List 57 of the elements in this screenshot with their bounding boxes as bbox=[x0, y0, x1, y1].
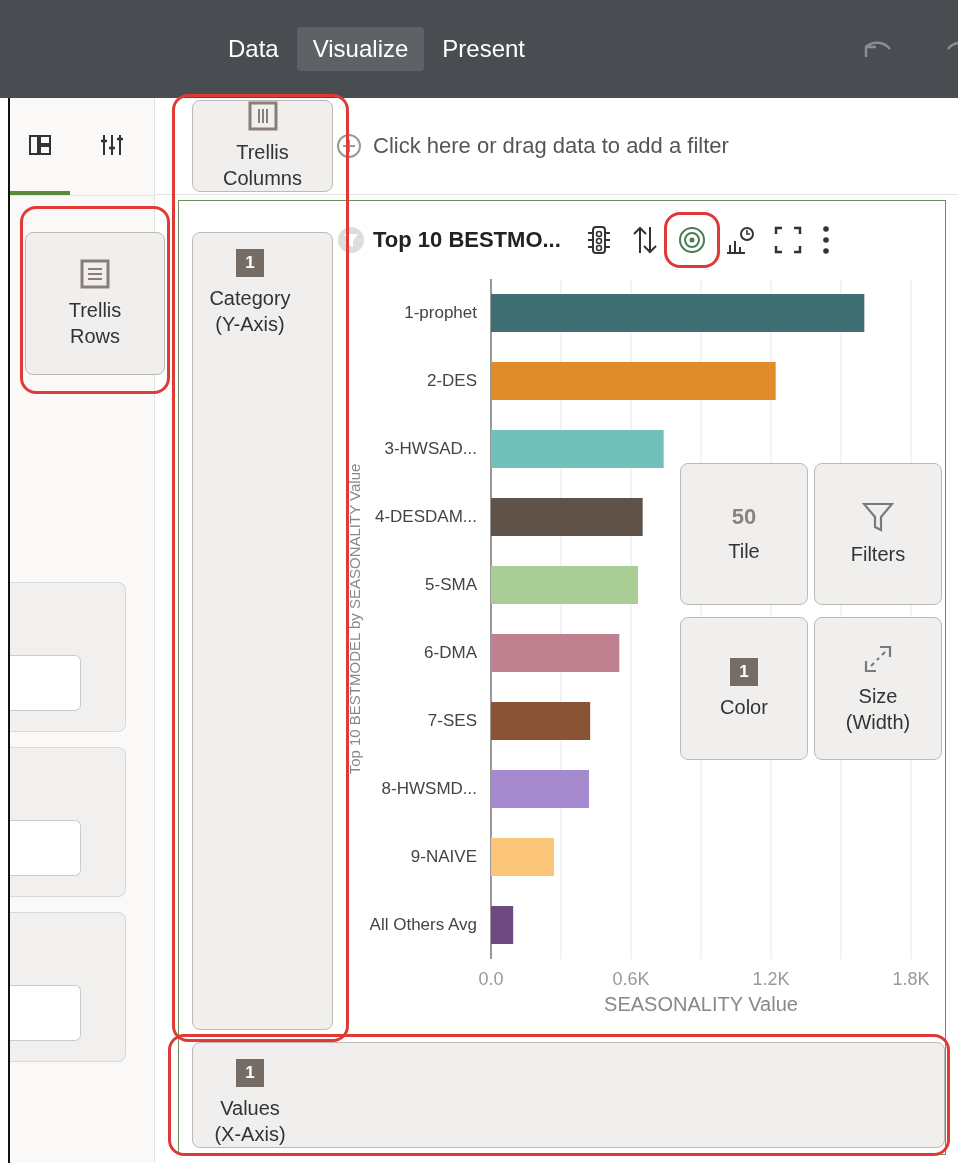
axis-tick-label: 1.8K bbox=[892, 969, 930, 989]
axis-tick-label: 1.2K bbox=[752, 969, 790, 989]
category-label: 8-HWSMD... bbox=[381, 780, 477, 798]
mode-tab[interactable]: Visualize bbox=[296, 27, 425, 71]
category-label: 6-DMA bbox=[424, 644, 477, 662]
tile-number-icon: 50 bbox=[731, 504, 757, 530]
drop-zone[interactable]: 1 Color bbox=[680, 617, 808, 760]
category-label: 4-DESDAM... bbox=[374, 508, 477, 526]
category-label: 7-SES bbox=[427, 712, 477, 730]
filter-icon bbox=[862, 501, 894, 533]
category-label: 2-DES bbox=[426, 372, 477, 390]
target-icon[interactable] bbox=[676, 225, 707, 255]
category-label: 1-prophet bbox=[404, 304, 477, 322]
layout-icon bbox=[28, 132, 52, 157]
drop-zone-label: Trellis Columns bbox=[222, 140, 303, 191]
drop-zone[interactable]: Size (Width) bbox=[814, 617, 942, 760]
highlight-outline bbox=[664, 212, 720, 268]
input-field[interactable] bbox=[10, 985, 81, 1041]
category-label: 5-SMA bbox=[425, 576, 477, 594]
drop-zone[interactable]: 1 Category (Y-Axis) bbox=[192, 232, 333, 1030]
drop-zone-label: Values (X-Axis) bbox=[213, 1096, 287, 1147]
mode-tab[interactable]: Data bbox=[212, 27, 295, 71]
count-badge: 1 bbox=[236, 249, 264, 277]
category-label: 3-HWSAD... bbox=[384, 440, 477, 458]
axis-tick-label: 0.0 bbox=[478, 969, 504, 989]
filter-placeholder[interactable]: Click here or drag data to add a filter bbox=[373, 133, 729, 159]
mode-tab[interactable]: Present bbox=[426, 27, 542, 71]
drop-zone[interactable]: 1 Values (X-Axis) bbox=[192, 1042, 945, 1148]
drop-zone[interactable]: Trellis Columns bbox=[192, 100, 333, 192]
category-label: All Others Avg bbox=[369, 916, 477, 934]
y-axis-title: Top 10 BESTMODEL by SEASONALITY Value bbox=[346, 463, 363, 775]
x-axis-title: SEASONALITY Value bbox=[604, 993, 798, 1015]
chart-title: Top 10 BESTMO... bbox=[373, 227, 561, 253]
add-filter-icon[interactable] bbox=[335, 132, 363, 160]
drop-zone[interactable]: Filters bbox=[814, 463, 942, 605]
rows-icon bbox=[80, 258, 110, 289]
bar[interactable] bbox=[491, 906, 514, 944]
drop-zone-label: Tile bbox=[727, 539, 761, 564]
drop-zone-label: Color bbox=[719, 694, 769, 720]
chart-clock-icon[interactable] bbox=[724, 225, 755, 255]
columns-icon bbox=[247, 101, 278, 131]
fullscreen-icon[interactable] bbox=[772, 225, 803, 255]
more-icon[interactable] bbox=[820, 225, 831, 255]
count-badge: 1 bbox=[236, 1059, 264, 1087]
drop-zone-label: Size (Width) bbox=[844, 683, 912, 735]
drop-zone[interactable]: Trellis Rows bbox=[25, 232, 165, 375]
sliders-icon bbox=[100, 132, 124, 157]
input-field[interactable] bbox=[10, 820, 81, 876]
category-label: 9-NAIVE bbox=[410, 848, 477, 866]
input-field[interactable] bbox=[10, 655, 81, 711]
count-badge: 1 bbox=[730, 657, 758, 686]
drop-zone-label: Filters bbox=[849, 542, 907, 567]
filter-icon bbox=[337, 226, 365, 254]
drop-zone-label: Trellis Rows bbox=[67, 297, 123, 349]
drop-zone-label: Category (Y-Axis) bbox=[208, 286, 292, 337]
axis-tick-label: 0.6K bbox=[612, 969, 650, 989]
drop-zone[interactable]: 50 Tile bbox=[680, 463, 808, 605]
